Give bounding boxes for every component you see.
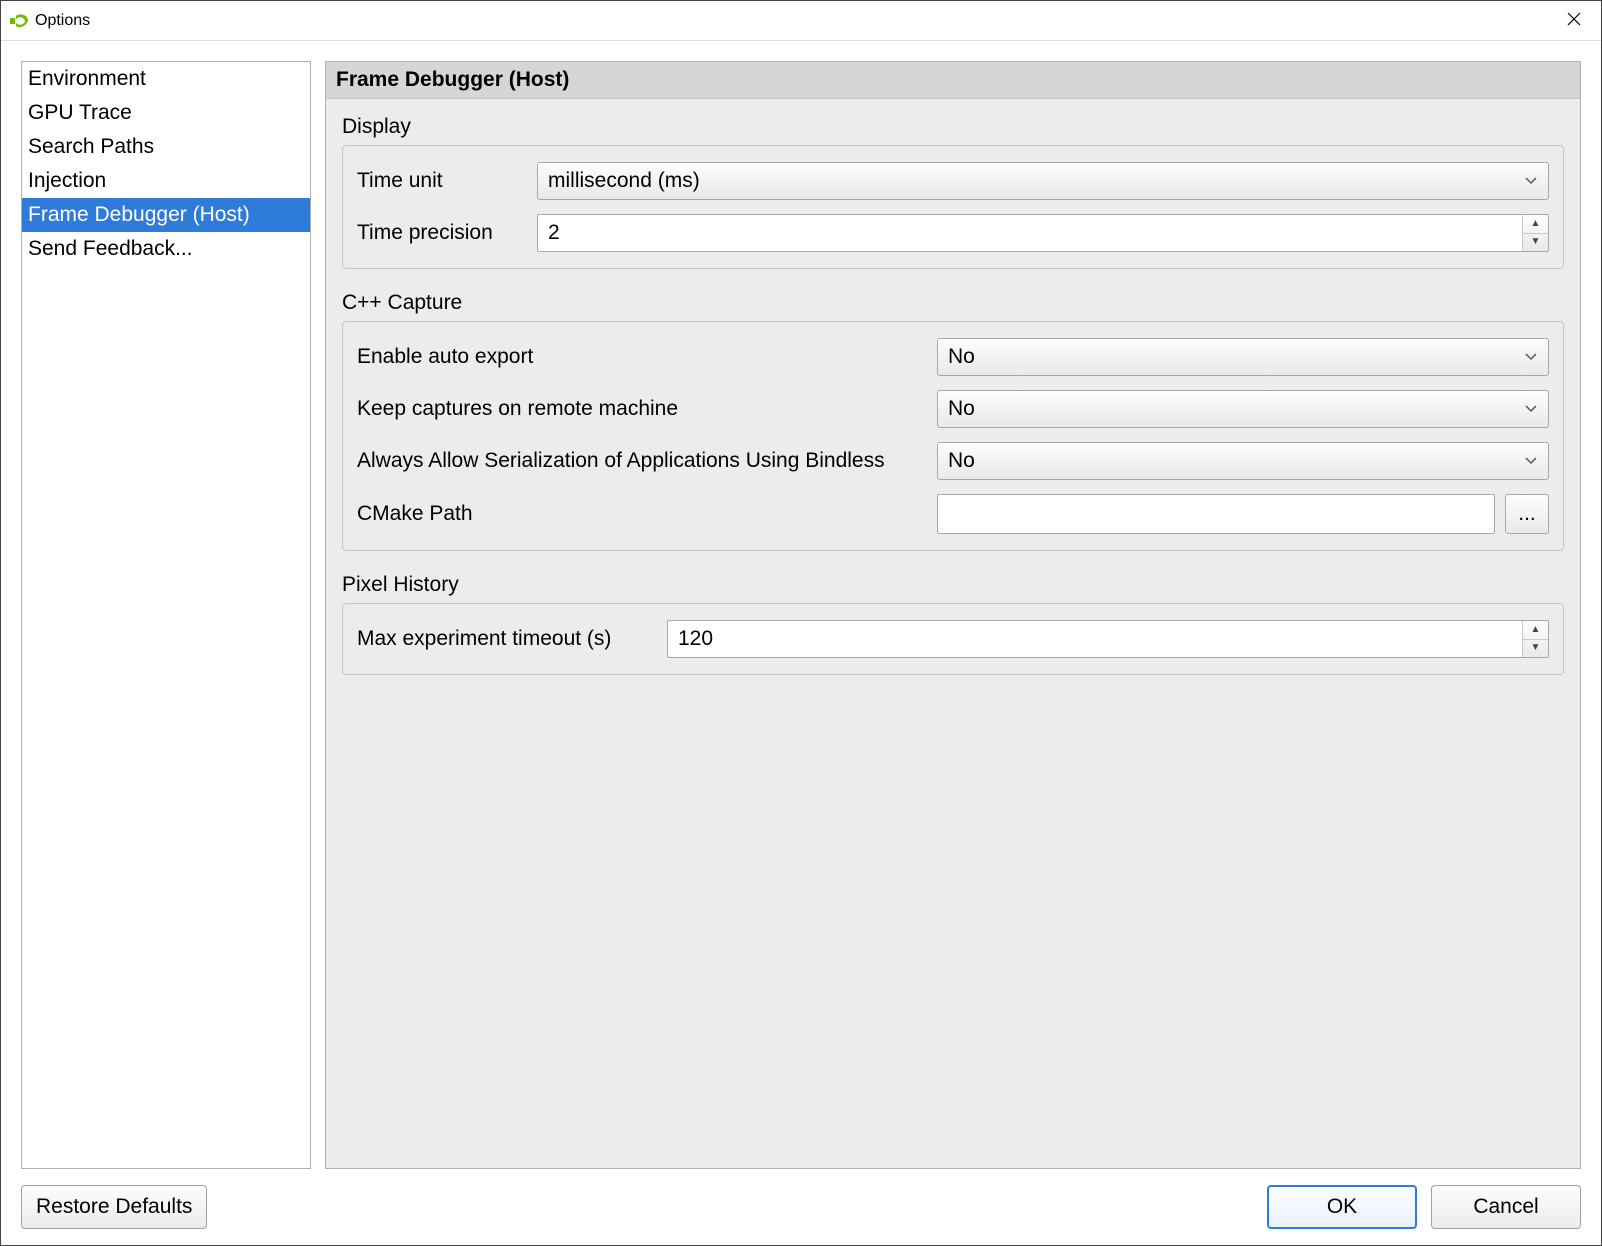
row-keep-captures: Keep captures on remote machine No [357,390,1549,428]
panel-title: Frame Debugger (Host) [326,62,1580,99]
sidebar-item-environment[interactable]: Environment [22,62,310,96]
chevron-down-icon [1524,169,1538,193]
sidebar-item-gpu-trace[interactable]: GPU Trace [22,96,310,130]
group-display-box: Time unit millisecond (ms) Time precisio… [342,145,1564,269]
browse-cmake-button[interactable]: ... [1505,494,1549,534]
spin-up-button[interactable]: ▲ [1523,215,1548,233]
sidebar-item-send-feedback[interactable]: Send Feedback... [22,232,310,266]
group-pixel-title: Pixel History [342,573,1564,597]
cancel-button[interactable]: Cancel [1431,1185,1581,1229]
row-timeout: Max experiment timeout (s) 120 ▲ ▼ [357,620,1549,658]
group-pixel-box: Max experiment timeout (s) 120 ▲ ▼ [342,603,1564,675]
label-bindless: Always Allow Serialization of Applicatio… [357,449,927,473]
combo-time-unit-value: millisecond (ms) [548,169,1516,193]
spin-time-precision[interactable]: 2 ▲ ▼ [537,214,1549,252]
chevron-down-icon [1524,345,1538,369]
sidebar-item-injection[interactable]: Injection [22,164,310,198]
label-keep-captures: Keep captures on remote machine [357,397,927,421]
sidebar-item-search-paths[interactable]: Search Paths [22,130,310,164]
spin-timeout[interactable]: 120 ▲ ▼ [667,620,1549,658]
group-pixel: Pixel History Max experiment timeout (s)… [342,573,1564,675]
spin-up-button[interactable]: ▲ [1523,621,1548,639]
restore-defaults-button[interactable]: Restore Defaults [21,1185,207,1229]
chevron-down-icon [1524,397,1538,421]
row-bindless: Always Allow Serialization of Applicatio… [357,442,1549,480]
input-cmake-path[interactable] [937,494,1495,534]
combo-keep-captures-value: No [948,397,1516,421]
combo-keep-captures[interactable]: No [937,390,1549,428]
spin-time-precision-value: 2 [538,215,1522,251]
sidebar: Environment GPU Trace Search Paths Injec… [21,61,311,1169]
group-display-title: Display [342,115,1564,139]
combo-auto-export[interactable]: No [937,338,1549,376]
sidebar-item-frame-debugger[interactable]: Frame Debugger (Host) [22,198,310,232]
combo-bindless-value: No [948,449,1516,473]
group-cpp: C++ Capture Enable auto export No Keep [342,291,1564,551]
group-cpp-box: Enable auto export No Keep captures on r… [342,321,1564,551]
label-cmake-path: CMake Path [357,502,927,526]
row-cmake-path: CMake Path ... [357,494,1549,534]
titlebar: Options [1,1,1601,41]
ok-button[interactable]: OK [1267,1185,1417,1229]
row-auto-export: Enable auto export No [357,338,1549,376]
close-icon[interactable] [1559,5,1589,36]
label-timeout: Max experiment timeout (s) [357,627,657,651]
window-title: Options [35,12,90,30]
content-area: Environment GPU Trace Search Paths Injec… [1,41,1601,1245]
label-auto-export: Enable auto export [357,345,927,369]
settings-panel: Frame Debugger (Host) Display Time unit … [325,61,1581,1169]
group-display: Display Time unit millisecond (ms) [342,115,1564,269]
label-time-unit: Time unit [357,169,527,193]
row-time-precision: Time precision 2 ▲ ▼ [357,214,1549,252]
bottom-button-row: Restore Defaults OK Cancel [21,1181,1581,1229]
row-time-unit: Time unit millisecond (ms) [357,162,1549,200]
label-time-precision: Time precision [357,221,527,245]
right-buttons: OK Cancel [1267,1185,1581,1229]
app-icon [9,14,29,28]
options-window: Options Environment GPU Trace Search Pat… [0,0,1602,1246]
titlebar-left: Options [9,12,90,30]
spin-down-button[interactable]: ▼ [1523,233,1548,252]
spin-timeout-value: 120 [668,621,1522,657]
chevron-down-icon [1524,449,1538,473]
combo-bindless[interactable]: No [937,442,1549,480]
combo-time-unit[interactable]: millisecond (ms) [537,162,1549,200]
group-cpp-title: C++ Capture [342,291,1564,315]
spin-time-precision-btns: ▲ ▼ [1522,215,1548,251]
spin-timeout-btns: ▲ ▼ [1522,621,1548,657]
combo-auto-export-value: No [948,345,1516,369]
main-row: Environment GPU Trace Search Paths Injec… [21,61,1581,1169]
spin-down-button[interactable]: ▼ [1523,639,1548,658]
panel-body: Display Time unit millisecond (ms) [326,99,1580,675]
